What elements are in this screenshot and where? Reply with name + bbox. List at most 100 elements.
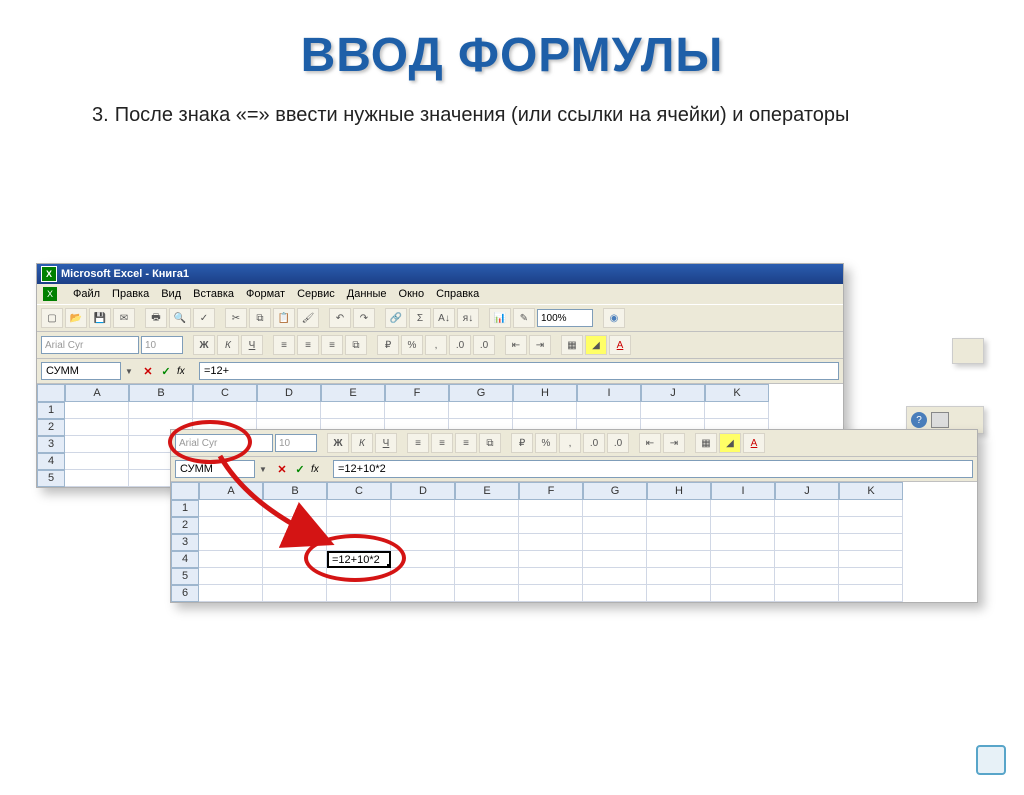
- cell[interactable]: [449, 402, 513, 419]
- cell[interactable]: [65, 402, 129, 419]
- col-header[interactable]: I: [711, 482, 775, 500]
- cell[interactable]: [263, 568, 327, 585]
- cell[interactable]: [711, 551, 775, 568]
- save-icon[interactable]: 💾: [89, 308, 111, 328]
- align-left-icon[interactable]: ≡: [407, 433, 429, 453]
- cell[interactable]: [199, 568, 263, 585]
- cell[interactable]: [391, 517, 455, 534]
- cell[interactable]: [519, 500, 583, 517]
- percent-icon[interactable]: %: [401, 335, 423, 355]
- cell[interactable]: [711, 517, 775, 534]
- menu-data[interactable]: Данные: [347, 288, 387, 300]
- row-header[interactable]: 3: [37, 436, 65, 453]
- col-header[interactable]: A: [65, 384, 129, 402]
- bold-button[interactable]: Ж: [193, 335, 215, 355]
- inc-indent-icon[interactable]: ⇥: [529, 335, 551, 355]
- cell[interactable]: [199, 500, 263, 517]
- cell[interactable]: [455, 500, 519, 517]
- cell[interactable]: [455, 551, 519, 568]
- cell[interactable]: [775, 517, 839, 534]
- row-header[interactable]: 1: [171, 500, 199, 517]
- cell[interactable]: [583, 517, 647, 534]
- menu-view[interactable]: Вид: [161, 288, 181, 300]
- cell[interactable]: [839, 568, 903, 585]
- col-header[interactable]: J: [641, 384, 705, 402]
- font-size-select[interactable]: 10: [275, 434, 317, 452]
- cut-icon[interactable]: ✂: [225, 308, 247, 328]
- cell[interactable]: [839, 551, 903, 568]
- cell[interactable]: [391, 534, 455, 551]
- mail-icon[interactable]: ✉: [113, 308, 135, 328]
- col-header[interactable]: D: [391, 482, 455, 500]
- row-header[interactable]: 5: [37, 470, 65, 487]
- dec-indent-icon[interactable]: ⇤: [639, 433, 661, 453]
- underline-button[interactable]: Ч: [241, 335, 263, 355]
- formula-input[interactable]: =12+10*2: [333, 460, 973, 478]
- cell[interactable]: [327, 500, 391, 517]
- cell[interactable]: [583, 585, 647, 602]
- col-header[interactable]: C: [193, 384, 257, 402]
- cell[interactable]: [263, 551, 327, 568]
- font-name-select[interactable]: Arial Cyr: [175, 434, 273, 452]
- cell[interactable]: [385, 402, 449, 419]
- fill-color-icon[interactable]: ◢: [719, 433, 741, 453]
- cell[interactable]: [263, 517, 327, 534]
- col-header[interactable]: B: [129, 384, 193, 402]
- cell[interactable]: [65, 419, 129, 436]
- select-all-corner[interactable]: [171, 482, 199, 500]
- row-header[interactable]: 4: [37, 453, 65, 470]
- cell[interactable]: [711, 585, 775, 602]
- cell[interactable]: [327, 534, 391, 551]
- row-header[interactable]: 3: [171, 534, 199, 551]
- comma-icon[interactable]: ,: [559, 433, 581, 453]
- col-header[interactable]: G: [583, 482, 647, 500]
- preview-icon[interactable]: 🔍: [169, 308, 191, 328]
- cell[interactable]: [711, 500, 775, 517]
- align-center-icon[interactable]: ≡: [297, 335, 319, 355]
- row-header[interactable]: 4: [171, 551, 199, 568]
- cell[interactable]: [775, 585, 839, 602]
- col-header[interactable]: I: [577, 384, 641, 402]
- cell[interactable]: [129, 402, 193, 419]
- format-painter-icon[interactable]: 🖌: [297, 308, 319, 328]
- fill-color-icon[interactable]: ◢: [585, 335, 607, 355]
- cell[interactable]: [263, 585, 327, 602]
- menu-edit[interactable]: Правка: [112, 288, 149, 300]
- comma-icon[interactable]: ,: [425, 335, 447, 355]
- cell[interactable]: [519, 568, 583, 585]
- sort-asc-icon[interactable]: A↓: [433, 308, 455, 328]
- italic-button[interactable]: К: [351, 433, 373, 453]
- currency-icon[interactable]: ₽: [377, 335, 399, 355]
- font-size-select[interactable]: 10: [141, 336, 183, 354]
- cell[interactable]: [775, 568, 839, 585]
- accept-formula-button[interactable]: ✓: [293, 463, 307, 476]
- cell[interactable]: [711, 534, 775, 551]
- chart-icon[interactable]: 📊: [489, 308, 511, 328]
- col-header[interactable]: H: [513, 384, 577, 402]
- cell[interactable]: [391, 551, 455, 568]
- link-icon[interactable]: 🔗: [385, 308, 407, 328]
- col-header[interactable]: B: [263, 482, 327, 500]
- cell[interactable]: [839, 500, 903, 517]
- font-color-icon[interactable]: A: [743, 433, 765, 453]
- cell[interactable]: [199, 585, 263, 602]
- align-left-icon[interactable]: ≡: [273, 335, 295, 355]
- col-header[interactable]: F: [385, 384, 449, 402]
- row-header[interactable]: 1: [37, 402, 65, 419]
- cell[interactable]: [583, 551, 647, 568]
- currency-icon[interactable]: ₽: [511, 433, 533, 453]
- align-right-icon[interactable]: ≡: [321, 335, 343, 355]
- drawing-icon[interactable]: ✎: [513, 308, 535, 328]
- cell[interactable]: [647, 500, 711, 517]
- cell[interactable]: [577, 402, 641, 419]
- cell[interactable]: [647, 517, 711, 534]
- cell[interactable]: [775, 551, 839, 568]
- dec-decimal-icon[interactable]: .0: [607, 433, 629, 453]
- cell[interactable]: [775, 534, 839, 551]
- cell[interactable]: [519, 551, 583, 568]
- col-header[interactable]: G: [449, 384, 513, 402]
- bold-button[interactable]: Ж: [327, 433, 349, 453]
- spell-icon[interactable]: ✓: [193, 308, 215, 328]
- autosum-icon[interactable]: Σ: [409, 308, 431, 328]
- cell[interactable]: [193, 402, 257, 419]
